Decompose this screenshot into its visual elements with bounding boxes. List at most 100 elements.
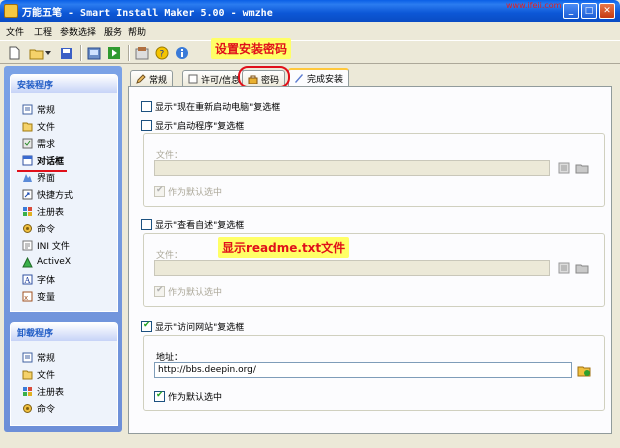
sidebar-install-item[interactable]: x 变量	[22, 289, 55, 303]
registry-icon	[22, 206, 33, 217]
readme-checkbox-label: 显示"查看自述"复选框	[155, 221, 245, 231]
tab-label: 常规	[149, 75, 168, 86]
menu-help[interactable]: 帮助	[128, 25, 146, 38]
sidebar-install-item[interactable]: 需求	[22, 136, 55, 150]
build-icon[interactable]	[86, 45, 102, 61]
open-file-icon[interactable]	[574, 260, 590, 276]
sidebar-uninstall-item[interactable]: 文件	[22, 367, 55, 381]
sidebar-install-item[interactable]: 界面	[22, 170, 55, 184]
menu-service[interactable]: 服务	[104, 25, 122, 38]
chevron-down-icon[interactable]	[44, 45, 52, 61]
title-bar: 万能五笔 - Smart Install Maker 5.00 - wmzhe …	[0, 0, 620, 22]
general-icon	[22, 352, 33, 363]
tab-label: 完成安装	[307, 74, 344, 85]
maximize-button[interactable]: □	[581, 3, 597, 19]
menu-file[interactable]: 文件	[6, 25, 24, 38]
readme-group: 文件： 作为默认选中	[143, 233, 605, 307]
restart-checkbox[interactable]: 显示"现在重新启动电脑"复选框	[141, 100, 280, 113]
toolbar-separator	[128, 45, 130, 61]
readme-file-input[interactable]	[154, 260, 550, 276]
tab-license-info[interactable]: 许可/信息	[182, 70, 247, 87]
pencil-icon	[136, 74, 146, 84]
sidebar-uninstall-item[interactable]: 注册表	[22, 384, 64, 398]
window-title: 万能五笔 - Smart Install Maker 5.00 - wmzhe	[22, 8, 273, 19]
readme-checkbox[interactable]: 显示"查看自述"复选框	[141, 218, 244, 231]
sidebar-item-label: 变量	[37, 292, 56, 303]
browse-file-icon[interactable]	[556, 260, 572, 276]
annotation-set-password: 设置安装密码	[211, 38, 292, 59]
interface-icon	[22, 172, 33, 183]
sidebar-uninstall-item[interactable]: 常规	[22, 350, 55, 364]
command-icon	[22, 223, 33, 234]
tab-general[interactable]: 常规	[130, 70, 174, 87]
sidebar-item-label: 文件	[37, 122, 56, 133]
sidebar-uninstall-item[interactable]: 命令	[22, 401, 55, 415]
document-icon	[188, 74, 198, 84]
variable-icon: x	[22, 291, 33, 302]
sidebar-install-item[interactable]: A 字体	[22, 272, 55, 286]
new-file-icon[interactable]	[6, 45, 22, 61]
sidebar-install-item[interactable]: 命令	[22, 221, 55, 235]
about-icon[interactable]	[174, 45, 190, 61]
menu-preferences[interactable]: 参数选择	[60, 25, 96, 38]
sidebar-item-label: 需求	[37, 139, 56, 150]
sidebar-item-label: 文件	[37, 370, 56, 381]
general-icon	[22, 104, 33, 115]
readme-default-label: 作为默认选中	[168, 288, 223, 298]
sidebar-item-label: 快捷方式	[37, 190, 74, 201]
sidebar-item-label: 对话框	[37, 156, 65, 167]
ini-icon	[22, 240, 33, 251]
sidebar-item-label: 字体	[37, 275, 56, 286]
app-icon	[4, 4, 18, 18]
svg-text:?: ?	[160, 50, 165, 60]
launch-default-checkbox[interactable]: 作为默认选中	[154, 185, 222, 198]
sidebar-item-label: 界面	[37, 173, 56, 184]
close-button[interactable]: ✕	[599, 3, 615, 19]
launch-checkbox-label: 显示"启动程序"复选框	[155, 122, 245, 132]
menu-bar: 文件 工程 参数选择 服务 帮助	[0, 22, 620, 40]
readme-default-checkbox[interactable]: 作为默认选中	[154, 285, 222, 298]
tab-label: 许可/信息	[201, 75, 241, 86]
sidebar-install-item[interactable]: 对话框	[22, 153, 64, 167]
website-default-label: 作为默认选中	[168, 393, 223, 403]
sidebar-item-label: 常规	[37, 105, 56, 116]
svg-text:A: A	[24, 276, 31, 285]
sidebar-install-item[interactable]: 快捷方式	[22, 187, 73, 201]
website-default-checkbox[interactable]: 作为默认选中	[154, 390, 222, 403]
files-icon	[22, 369, 33, 380]
run-icon[interactable]	[106, 45, 122, 61]
open-folder-icon[interactable]	[28, 45, 44, 61]
sidebar-install-item[interactable]: 常规	[22, 102, 55, 116]
website-checkbox[interactable]: 显示"访问网站"复选框	[141, 320, 244, 333]
open-file-icon[interactable]	[574, 160, 590, 176]
sidebar-item-label: 常规	[37, 353, 56, 364]
annotation-circle	[238, 66, 290, 88]
sidebar-install-item[interactable]: ActiveX	[22, 255, 71, 269]
open-url-icon[interactable]	[576, 362, 592, 378]
sidebar-item-label: 注册表	[37, 207, 65, 218]
sidebar-item-label: ActiveX	[37, 257, 72, 267]
sidebar-item-label: 命令	[37, 404, 56, 415]
sidebar-install-item[interactable]: INI 文件	[22, 238, 70, 252]
properties-icon[interactable]	[134, 45, 150, 61]
tab-finish-install[interactable]: 完成安装	[288, 68, 350, 86]
sidebar-item-label: INI 文件	[37, 241, 70, 252]
launch-checkbox[interactable]: 显示"启动程序"复选框	[141, 119, 244, 132]
website-checkbox-label: 显示"访问网站"复选框	[155, 323, 245, 333]
browse-file-icon[interactable]	[556, 160, 572, 176]
files-icon	[22, 121, 33, 132]
help-icon[interactable]: ?	[154, 45, 170, 61]
restart-checkbox-label: 显示"现在重新启动电脑"复选框	[155, 103, 281, 113]
sidebar-item-label: 命令	[37, 224, 56, 235]
menu-project[interactable]: 工程	[34, 25, 52, 38]
font-icon: A	[22, 274, 33, 285]
address-input[interactable]: http://bbs.deepin.org/	[154, 362, 572, 378]
minimize-button[interactable]: _	[563, 3, 579, 19]
sidebar-install-item[interactable]: 注册表	[22, 204, 64, 218]
dialogs-icon	[22, 155, 33, 166]
launch-file-input[interactable]	[154, 160, 550, 176]
sidebar-install-item[interactable]: 文件	[22, 119, 55, 133]
save-icon[interactable]	[58, 45, 74, 61]
watermark: www.ifeii.com	[506, 1, 562, 10]
content-panel: 显示"现在重新启动电脑"复选框 显示"启动程序"复选框 文件： 作为默认选中 显…	[128, 86, 612, 434]
